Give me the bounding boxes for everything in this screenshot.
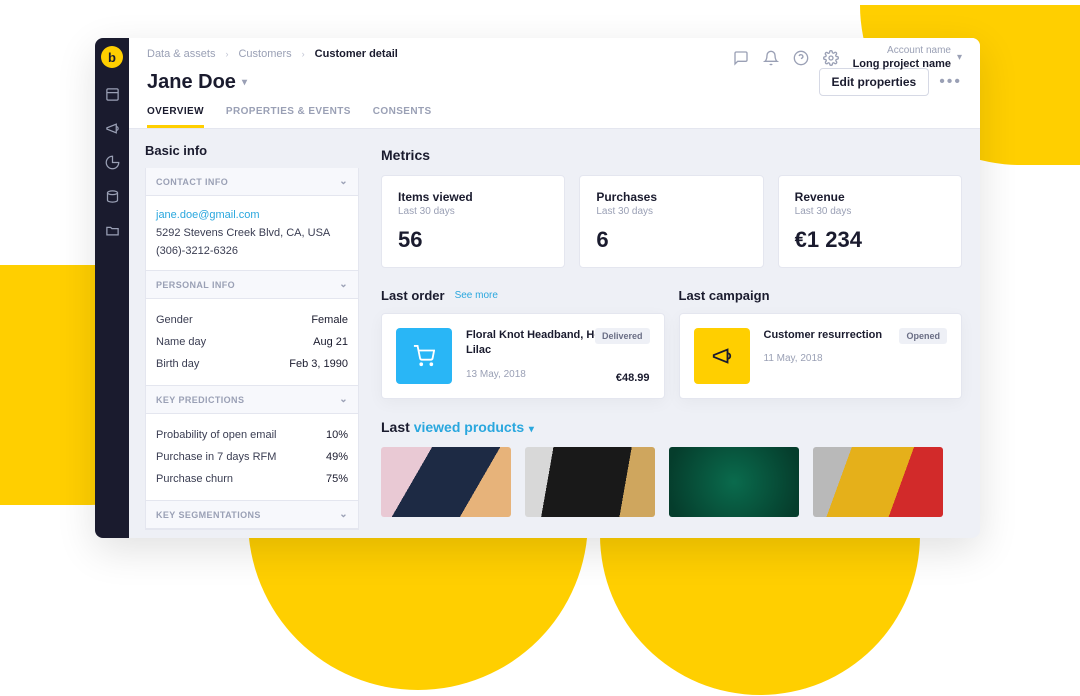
chevron-down-icon: ⌄ [339,176,348,187]
dashboard-icon[interactable] [104,86,120,102]
breadcrumb-item[interactable]: Data & assets [147,48,215,60]
account-switcher[interactable]: Account name Long project name ▾ [853,44,962,71]
customer-name[interactable]: Jane Doe ▾ [147,71,247,94]
see-more-link[interactable]: See more [455,290,498,301]
main-area: Data & assets › Customers › Customer det… [129,38,980,538]
metrics-row: Items viewed Last 30 days 56 Purchases L… [381,175,962,268]
key-segmentations-toggle[interactable]: KEY SEGMENTATIONS ⌄ [146,501,358,529]
customer-address: 5292 Stevens Creek Blvd, CA, USA [156,224,348,242]
chevron-down-icon: ▾ [242,77,247,88]
customer-email[interactable]: jane.doe@gmail.com [156,206,348,224]
app-window: b Data & assets › Customers › Customer d… [95,38,980,538]
last-order-card[interactable]: Floral Knot Headband, Hoodie in Lilac 13… [381,313,665,399]
more-menu-button[interactable]: ••• [939,73,962,91]
chevron-down-icon: ▾ [957,51,962,64]
chevron-down-icon: ⌄ [339,509,348,520]
breadcrumb-current: Customer detail [315,48,398,60]
basic-info-panel: Basic info CONTACT INFO ⌄ jane.doe@gmail… [129,129,359,538]
gear-icon[interactable] [823,50,839,66]
project-name: Long project name [853,57,951,71]
chevron-down-icon: ▾ [526,424,534,435]
topbar-actions: Account name Long project name ▾ [733,44,962,71]
product-thumbnail[interactable] [813,447,943,517]
personal-info-toggle[interactable]: PERSONAL INFO ⌄ [146,271,358,299]
tab-consents[interactable]: CONSENTS [373,106,432,128]
account-label: Account name [853,44,951,57]
last-viewed-dropdown[interactable]: Last viewed products ▾ [381,419,962,435]
cart-icon [396,328,452,384]
viewed-products-row [381,447,962,517]
tab-overview[interactable]: OVERVIEW [147,106,204,128]
side-nav: b [95,38,129,538]
last-campaign-title: Last campaign [679,288,770,303]
pie-icon[interactable] [104,154,120,170]
content: Basic info CONTACT INFO ⌄ jane.doe@gmail… [129,129,980,538]
tabs: OVERVIEW PROPERTIES & EVENTS CONSENTS [147,106,962,128]
chevron-down-icon: ⌄ [339,279,348,290]
product-thumbnail[interactable] [669,447,799,517]
product-thumbnail[interactable] [381,447,511,517]
product-thumbnail[interactable] [525,447,655,517]
customer-phone: (306)-3212-6326 [156,242,348,260]
order-price: €48.99 [616,372,650,384]
right-panel: Metrics Items viewed Last 30 days 56 Pur… [359,129,980,538]
last-campaign-card[interactable]: Customer resurrection 11 May, 2018 Opene… [679,313,963,399]
campaign-date: 11 May, 2018 [764,353,948,364]
metric-items-viewed: Items viewed Last 30 days 56 [381,175,565,268]
bell-icon[interactable] [763,50,779,66]
message-icon[interactable] [733,50,749,66]
chevron-down-icon: ⌄ [339,394,348,405]
brand-logo[interactable]: b [101,46,123,68]
megaphone-icon[interactable] [104,120,120,136]
tab-properties-events[interactable]: PROPERTIES & EVENTS [226,106,351,128]
topbar: Data & assets › Customers › Customer det… [129,38,980,129]
edit-properties-button[interactable]: Edit properties [819,68,930,96]
order-status-badge: Delivered [595,328,650,344]
basic-info-title: Basic info [145,143,359,158]
last-order-title: Last order [381,288,445,303]
chevron-right-icon: › [302,49,305,59]
megaphone-icon [694,328,750,384]
chevron-right-icon: › [225,49,228,59]
metric-purchases: Purchases Last 30 days 6 [579,175,763,268]
database-icon[interactable] [104,188,120,204]
contact-info-toggle[interactable]: CONTACT INFO ⌄ [146,168,358,196]
breadcrumb-item[interactable]: Customers [238,48,291,60]
metrics-title: Metrics [381,147,962,163]
campaign-status-badge: Opened [899,328,947,344]
help-icon[interactable] [793,50,809,66]
metric-revenue: Revenue Last 30 days €1 234 [778,175,962,268]
folder-icon[interactable] [104,222,120,238]
key-predictions-toggle[interactable]: KEY PREDICTIONS ⌄ [146,386,358,414]
